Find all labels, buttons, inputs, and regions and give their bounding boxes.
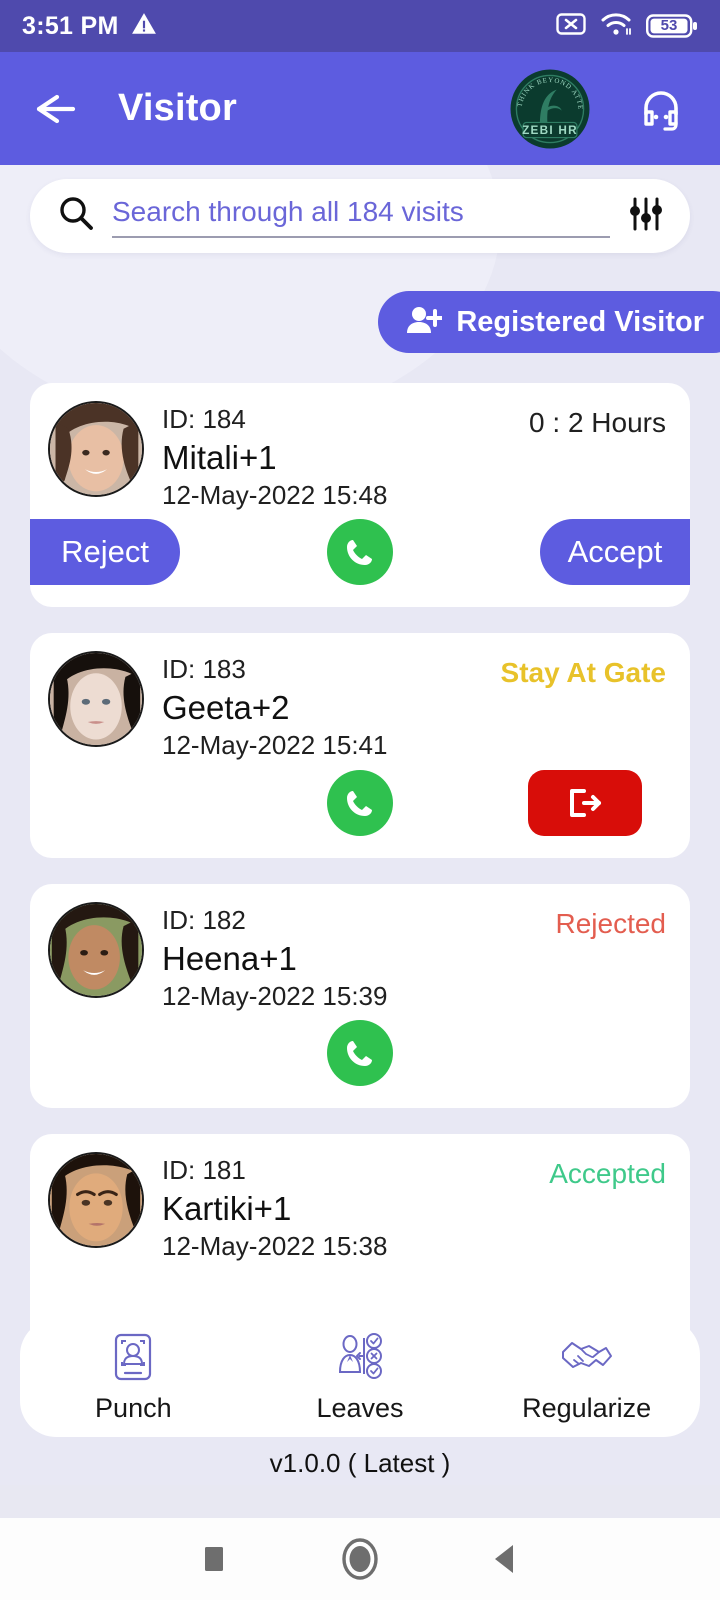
status-badge: Rejected <box>555 907 666 939</box>
visitor-id: ID: 181 <box>162 1154 246 1185</box>
home-circle-icon[interactable] <box>287 1533 433 1585</box>
no-sim-icon <box>556 11 586 42</box>
phone-screen: 3:51 PM 53 Visitor THINK BEYOND ATTE ZEB… <box>0 0 720 1600</box>
visitor-name: Kartiki+1 <box>162 1189 292 1227</box>
visitor-details: ID: 183 Geeta+2 12-May-2022 15:41 <box>162 651 501 761</box>
phone-call-icon[interactable] <box>327 1019 393 1086</box>
search-bar <box>30 179 690 253</box>
visitor-name: Geeta+2 <box>162 689 290 727</box>
visitor-datetime: 12-May-2022 15:39 <box>162 980 388 1011</box>
back-button[interactable] <box>24 80 82 138</box>
table-row[interactable]: ID: 184 Mitali+1 12-May-2022 15:48 0 : 2… <box>30 383 690 608</box>
battery-icon: 53 <box>646 13 698 39</box>
person-add-icon <box>406 304 445 341</box>
visitor-actions: Reject Accept <box>30 511 690 607</box>
svg-text:ZEBI HR: ZEBI HR <box>522 123 578 136</box>
visitor-actions <box>30 1012 690 1108</box>
nav-item-punch[interactable]: Punch <box>38 1332 228 1424</box>
reject-button[interactable]: Reject <box>30 519 180 586</box>
avatar <box>48 651 144 748</box>
visitor-details: ID: 184 Mitali+1 12-May-2022 15:48 <box>162 401 529 511</box>
visitor-id: ID: 183 <box>162 654 246 685</box>
handshake-regularize-icon <box>559 1332 615 1387</box>
visitor-list: ID: 184 Mitali+1 12-May-2022 15:48 0 : 2… <box>0 383 720 1359</box>
visitor-info-row: ID: 183 Geeta+2 12-May-2022 15:41 Stay A… <box>30 633 690 761</box>
status-bar-right: 53 <box>556 11 698 42</box>
nav-label-leaves: Leaves <box>316 1393 404 1423</box>
accept-button[interactable]: Accept <box>540 519 690 586</box>
visitor-id: ID: 182 <box>162 904 246 935</box>
headset-support-icon[interactable] <box>632 80 690 138</box>
visitor-info-row: ID: 184 Mitali+1 12-May-2022 15:48 0 : 2… <box>30 383 690 511</box>
table-row[interactable]: ID: 183 Geeta+2 12-May-2022 15:41 Stay A… <box>30 633 690 858</box>
visitor-name: Mitali+1 <box>162 438 277 476</box>
wifi-icon <box>600 11 632 42</box>
visitor-details: ID: 181 Kartiki+1 12-May-2022 15:38 <box>162 1152 549 1262</box>
bottom-navigation: Punch Leaves Regularize <box>20 1319 700 1437</box>
visitor-details: ID: 182 Heena+1 12-May-2022 15:39 <box>162 902 555 1012</box>
android-navigation-bar <box>0 1518 720 1600</box>
phone-call-icon[interactable] <box>327 769 393 836</box>
status-badge: 0 : 2 Hours <box>529 407 666 438</box>
registered-visitor-label: Registered Visitor <box>456 305 704 338</box>
nav-label-regularize: Regularize <box>522 1393 652 1423</box>
app-bar: Visitor THINK BEYOND ATTENDANCE ZEBI HR <box>0 52 720 165</box>
phone-call-icon[interactable] <box>327 519 393 586</box>
avatar <box>48 401 144 497</box>
nav-label-punch: Punch <box>95 1393 172 1423</box>
avatar <box>48 901 144 998</box>
registered-visitor-row: Registered Visitor <box>0 291 720 353</box>
leaves-approval-icon <box>334 1332 386 1387</box>
status-bar-left: 3:51 PM <box>22 11 157 42</box>
visitor-datetime: 12-May-2022 15:38 <box>162 1231 388 1262</box>
status-badge: Accepted <box>549 1157 666 1189</box>
visitor-info-row: ID: 181 Kartiki+1 12-May-2022 15:38 Acce… <box>30 1134 690 1262</box>
status-badge: Stay At Gate <box>500 657 666 689</box>
visitor-name: Heena+1 <box>162 939 297 977</box>
recents-square-icon[interactable] <box>141 1541 287 1577</box>
search-icon <box>56 194 96 239</box>
nav-item-leaves[interactable]: Leaves <box>265 1332 455 1424</box>
visitor-datetime: 12-May-2022 15:41 <box>162 730 388 761</box>
visitor-actions <box>30 762 690 858</box>
filter-sliders-icon[interactable] <box>628 195 664 238</box>
app-version-label: v1.0.0 ( Latest ) <box>269 1448 451 1478</box>
visitor-id: ID: 184 <box>162 404 246 434</box>
table-row[interactable]: ID: 182 Heena+1 12-May-2022 15:39 Reject… <box>30 883 690 1108</box>
status-bar-clock: 3:51 PM <box>22 11 119 40</box>
battery-level-text: 53 <box>660 16 678 34</box>
back-triangle-icon[interactable] <box>433 1540 579 1578</box>
search-input[interactable] <box>112 194 610 238</box>
visitor-info-row: ID: 182 Heena+1 12-May-2022 15:39 Reject… <box>30 884 690 1012</box>
nav-item-regularize[interactable]: Regularize <box>492 1332 682 1424</box>
registered-visitor-button[interactable]: Registered Visitor <box>378 291 720 353</box>
status-bar: 3:51 PM 53 <box>0 0 720 52</box>
visitor-datetime: 12-May-2022 15:48 <box>162 480 388 511</box>
zebi-hr-logo: THINK BEYOND ATTENDANCE ZEBI HR <box>505 62 592 151</box>
avatar <box>48 1151 144 1248</box>
warning-triangle-icon <box>131 11 157 42</box>
main-content: Registered Visitor <box>0 165 720 1485</box>
punch-face-scan-icon <box>110 1332 156 1387</box>
page-title: Visitor <box>118 87 237 129</box>
exit-gate-icon[interactable] <box>528 769 642 836</box>
